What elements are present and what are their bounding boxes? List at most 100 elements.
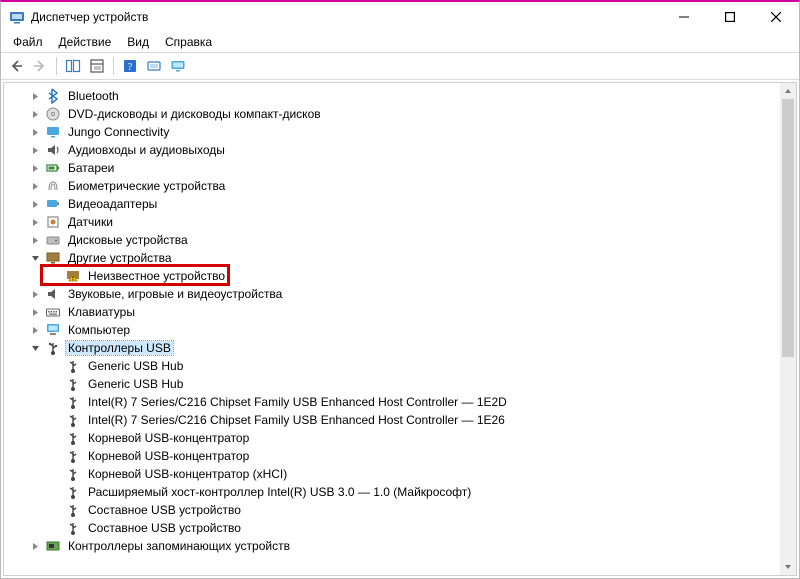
usb-icon bbox=[65, 502, 81, 518]
tree-node-usb-child[interactable]: Составное USB устройство bbox=[22, 501, 780, 519]
usb-icon bbox=[65, 358, 81, 374]
chevron-right-icon[interactable] bbox=[28, 197, 42, 211]
tree-node-usb-child[interactable]: Корневой USB-концентратор (xHCI) bbox=[22, 465, 780, 483]
tree-node-usb-child[interactable]: Составное USB устройство bbox=[22, 519, 780, 537]
svg-text:?: ? bbox=[128, 62, 133, 73]
close-button[interactable] bbox=[753, 2, 799, 32]
scroll-up-icon[interactable] bbox=[780, 83, 796, 99]
chevron-right-icon[interactable] bbox=[28, 215, 42, 229]
usb-icon bbox=[65, 484, 81, 500]
tree-node-jungo[interactable]: Jungo Connectivity bbox=[22, 123, 780, 141]
tree-node-dvd[interactable]: DVD-дисководы и дисководы компакт-дисков bbox=[22, 105, 780, 123]
tree-label: Корневой USB-концентратор (xHCI) bbox=[86, 467, 289, 481]
tree-node-usb-child[interactable]: Корневой USB-концентратор bbox=[22, 429, 780, 447]
tree-node-bluetooth[interactable]: Bluetooth bbox=[22, 87, 780, 105]
chevron-right-icon[interactable] bbox=[28, 233, 42, 247]
tree-node-sound[interactable]: Звуковые, игровые и видеоустройства bbox=[22, 285, 780, 303]
tree-node-sensors[interactable]: Датчики bbox=[22, 213, 780, 231]
tree-label: Дисковые устройства bbox=[66, 233, 190, 247]
fingerprint-icon bbox=[45, 178, 61, 194]
scroll-down-icon[interactable] bbox=[780, 559, 796, 575]
tree-node-keyboard[interactable]: Клавиатуры bbox=[22, 303, 780, 321]
tree-node-biometric[interactable]: Биометрические устройства bbox=[22, 177, 780, 195]
tree-label: Контроллеры запоминающих устройств bbox=[66, 539, 292, 553]
menu-help[interactable]: Справка bbox=[157, 33, 220, 51]
tree-node-unknown[interactable]: Неизвестное устройство bbox=[22, 267, 780, 285]
scan-hardware-button[interactable] bbox=[143, 55, 165, 77]
tree-node-storage[interactable]: Контроллеры запоминающих устройств bbox=[22, 537, 780, 555]
chevron-right-icon[interactable] bbox=[28, 125, 42, 139]
tree-node-usb-child[interactable]: Intel(R) 7 Series/C216 Chipset Family US… bbox=[22, 411, 780, 429]
tree-label: DVD-дисководы и дисководы компакт-дисков bbox=[66, 107, 323, 121]
tree-node-other[interactable]: Другие устройства bbox=[22, 249, 780, 267]
menu-bar: Файл Действие Вид Справка bbox=[1, 32, 799, 52]
minimize-button[interactable] bbox=[661, 2, 707, 32]
tree-label: Generic USB Hub bbox=[86, 359, 185, 373]
tree-node-usb-child[interactable]: Корневой USB-концентратор bbox=[22, 447, 780, 465]
tree-label: Расширяемый хост-контроллер Intel(R) USB… bbox=[86, 485, 473, 499]
disk-icon bbox=[45, 232, 61, 248]
scroll-thumb[interactable] bbox=[782, 99, 794, 357]
disc-icon bbox=[45, 106, 61, 122]
chevron-right-icon[interactable] bbox=[28, 539, 42, 553]
tree-label: Составное USB устройство bbox=[86, 521, 243, 535]
menu-file[interactable]: Файл bbox=[5, 33, 51, 51]
chevron-right-icon[interactable] bbox=[28, 305, 42, 319]
help-button[interactable]: ? bbox=[119, 55, 141, 77]
window-controls bbox=[661, 2, 799, 32]
tree-node-disk[interactable]: Дисковые устройства bbox=[22, 231, 780, 249]
menu-view[interactable]: Вид bbox=[119, 33, 157, 51]
usb-icon bbox=[65, 448, 81, 464]
monitor-button[interactable] bbox=[167, 55, 189, 77]
tree-label: Неизвестное устройство bbox=[86, 269, 227, 283]
chevron-down-icon[interactable] bbox=[28, 341, 42, 355]
tree-node-audio[interactable]: Аудиовходы и аудиовыходы bbox=[22, 141, 780, 159]
tree-label: Звуковые, игровые и видеоустройства bbox=[66, 287, 284, 301]
chevron-right-icon[interactable] bbox=[28, 179, 42, 193]
chevron-down-icon[interactable] bbox=[28, 251, 42, 265]
bluetooth-icon bbox=[45, 88, 61, 104]
forward-button[interactable] bbox=[29, 55, 51, 77]
chevron-right-icon[interactable] bbox=[28, 161, 42, 175]
back-button[interactable] bbox=[5, 55, 27, 77]
scroll-track[interactable] bbox=[780, 99, 796, 559]
vertical-scrollbar[interactable] bbox=[780, 83, 796, 575]
tree-node-video[interactable]: Видеоадаптеры bbox=[22, 195, 780, 213]
warning-icon bbox=[65, 268, 81, 284]
tree-node-usb-child[interactable]: Intel(R) 7 Series/C216 Chipset Family US… bbox=[22, 393, 780, 411]
tree-node-battery[interactable]: Батареи bbox=[22, 159, 780, 177]
menu-action[interactable]: Действие bbox=[51, 33, 120, 51]
tree-label: Датчики bbox=[66, 215, 115, 229]
maximize-button[interactable] bbox=[707, 2, 753, 32]
tree-node-usb-child[interactable]: Расширяемый хост-контроллер Intel(R) USB… bbox=[22, 483, 780, 501]
chevron-right-icon[interactable] bbox=[28, 107, 42, 121]
tree-viewport[interactable]: Bluetooth DVD-дисководы и дисководы комп… bbox=[4, 83, 780, 575]
title-bar: Диспетчер устройств bbox=[1, 2, 799, 32]
tree-label: Контроллеры USB bbox=[66, 341, 173, 355]
chevron-right-icon[interactable] bbox=[28, 89, 42, 103]
tree-node-computer[interactable]: Компьютер bbox=[22, 321, 780, 339]
usb-icon bbox=[65, 394, 81, 410]
usb-icon bbox=[65, 466, 81, 482]
tree-label: Корневой USB-концентратор bbox=[86, 449, 251, 463]
tree-label: Составное USB устройство bbox=[86, 503, 243, 517]
chevron-right-icon[interactable] bbox=[28, 323, 42, 337]
chevron-right-icon[interactable] bbox=[28, 143, 42, 157]
monitor-icon bbox=[45, 124, 61, 140]
properties-button[interactable] bbox=[86, 55, 108, 77]
tree-node-usb-controllers[interactable]: Контроллеры USB bbox=[22, 339, 780, 357]
display-adapter-icon bbox=[45, 196, 61, 212]
tree-node-usb-child[interactable]: Generic USB Hub bbox=[22, 375, 780, 393]
keyboard-icon bbox=[45, 304, 61, 320]
device-tree: Bluetooth DVD-дисководы и дисководы комп… bbox=[3, 82, 797, 576]
audio-icon bbox=[45, 142, 61, 158]
tree-node-usb-child[interactable]: Generic USB Hub bbox=[22, 357, 780, 375]
usb-icon bbox=[65, 430, 81, 446]
show-hide-tree-button[interactable] bbox=[62, 55, 84, 77]
toolbar-separator bbox=[56, 57, 57, 75]
tree-label: Intel(R) 7 Series/C216 Chipset Family US… bbox=[86, 395, 509, 409]
tree-label: Компьютер bbox=[66, 323, 132, 337]
tree-label: Intel(R) 7 Series/C216 Chipset Family US… bbox=[86, 413, 507, 427]
chevron-right-icon[interactable] bbox=[28, 287, 42, 301]
window-title: Диспетчер устройств bbox=[31, 10, 661, 24]
